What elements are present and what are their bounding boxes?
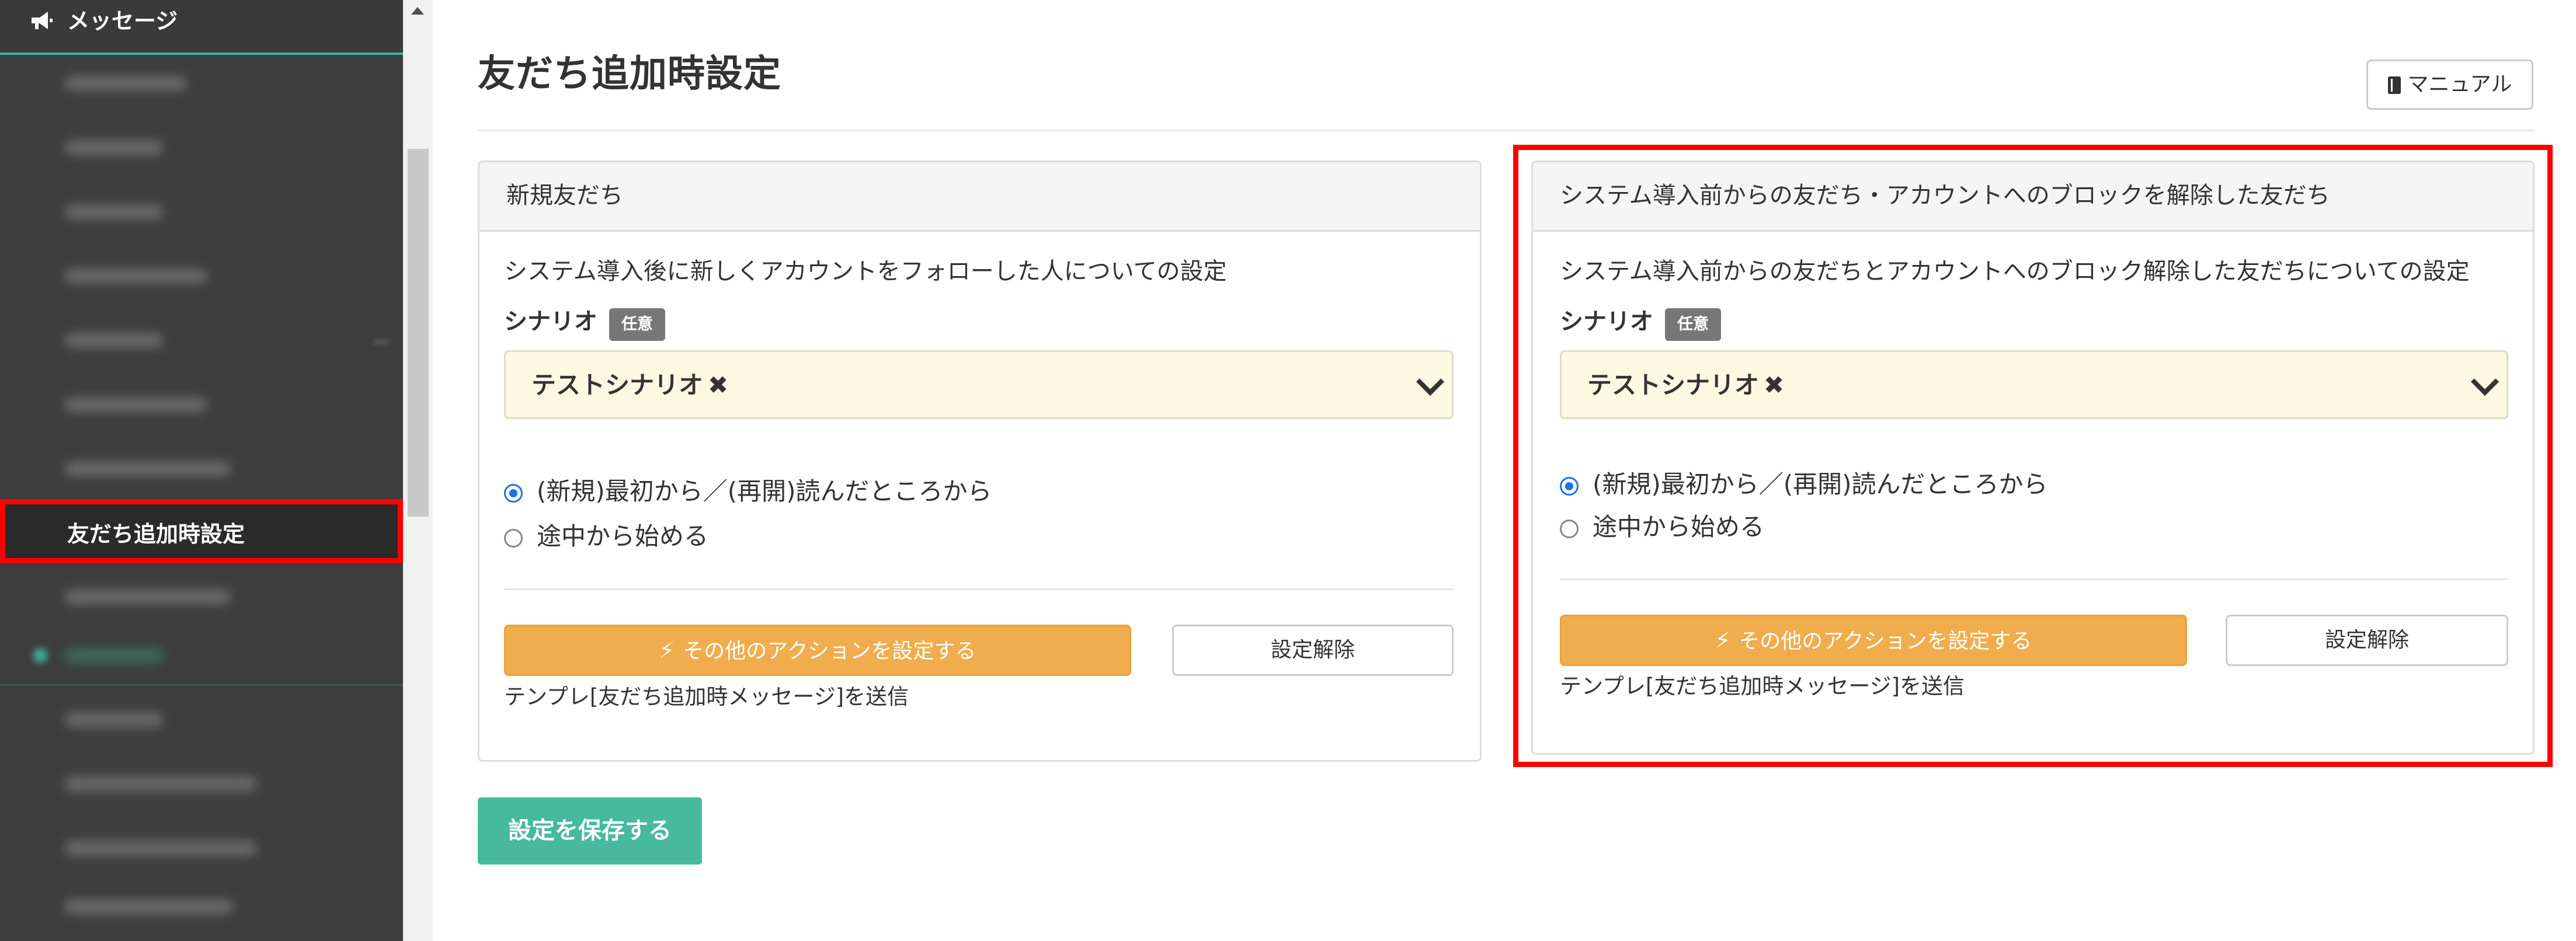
sidebar-section-blurred[interactable] [0,623,403,688]
sidebar-scrollbar[interactable] [403,0,433,941]
scroll-up-icon[interactable] [411,7,424,15]
radio-from-middle[interactable] [504,529,523,548]
title-divider [478,130,2535,131]
scrollbar-thumb[interactable] [408,149,429,517]
sidebar-item-blurred[interactable] [0,244,403,308]
sidebar-item-friend-add-settings[interactable]: 友だち追加時設定 [0,499,403,563]
scenario-value: テストシナリオ ✖ [531,371,729,399]
close-icon[interactable]: ✖ [708,371,728,399]
bolt-icon: ⚡ [659,637,675,663]
highlight-box [1513,145,2553,767]
sidebar-item-label: 友だち追加時設定 [67,521,245,547]
panel-new-friends: 新規友だち システム導入後に新しくアカウントをフォローした人についての設定 シナ… [478,161,1482,762]
chevron-down-icon[interactable] [1416,367,1445,396]
panel-title: 新規友だち [506,182,623,209]
sidebar-item-blurred[interactable] [0,372,403,437]
sidebar-section-messages[interactable]: メッセージ [0,0,403,55]
panel-divider [504,588,1454,590]
radio-from-middle-label[interactable]: 途中から始める [537,520,708,553]
template-note: テンプレ[友だち追加時メッセージ]を送信 [504,684,909,709]
save-settings-button[interactable]: 設定を保存する [478,797,702,865]
sidebar-item-blurred[interactable] [0,51,403,116]
sidebar-item-blurred[interactable] [0,688,403,752]
other-actions-button[interactable]: ⚡ その他のアクションを設定する [504,625,1131,676]
megaphone-icon [32,12,53,29]
optional-badge: 任意 [609,308,665,341]
radio-from-start[interactable] [504,484,523,503]
scenario-label: シナリオ [504,308,597,335]
sidebar: メッセージ 友だち追加時設定 [0,0,403,941]
sidebar-section-label: メッセージ [67,8,178,34]
manual-button[interactable]: マニュアル [2366,60,2533,110]
scenario-select[interactable]: テストシナリオ ✖ [504,350,1454,419]
sidebar-item-blurred[interactable] [0,308,403,372]
sidebar-item-blurred[interactable] [0,180,403,244]
sidebar-divider [0,684,403,686]
sidebar-item-blurred[interactable] [0,437,403,501]
sidebar-item-blurred[interactable] [0,816,403,880]
panel-header: 新規友だち [479,162,1480,232]
sidebar-item-blurred[interactable] [0,752,403,816]
panel-description: システム導入後に新しくアカウントをフォローした人についての設定 [504,258,1227,285]
page-title: 友だち追加時設定 [478,53,781,96]
sidebar-item-blurred[interactable] [0,874,403,939]
manual-button-label: マニュアル [2407,72,2512,96]
sidebar-item-blurred[interactable] [0,116,403,180]
release-button[interactable]: 設定解除 [1172,625,1454,676]
sidebar-item-blurred[interactable] [0,565,403,629]
radio-from-start-label[interactable]: (新規)最初から／(再開)読んだところから [537,475,992,508]
sidebar-expand-icon [374,340,389,344]
book-icon [2387,76,2401,94]
other-actions-label: その他のアクションを設定する [683,639,976,663]
